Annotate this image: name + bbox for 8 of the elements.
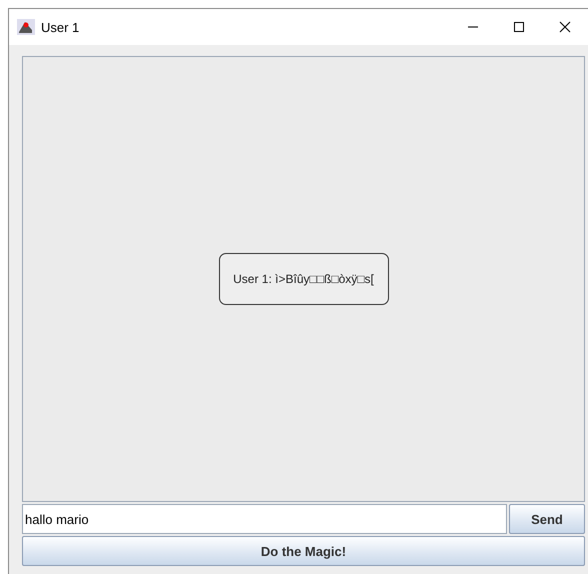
magic-button[interactable]: Do the Magic! — [22, 536, 585, 566]
message-input[interactable]: hallo mario — [22, 504, 507, 534]
chat-message: User 1: ì>Bîûy□□ß□òxÿ□s[ — [218, 253, 388, 305]
app-icon — [17, 19, 35, 35]
maximize-icon — [513, 21, 525, 33]
send-button[interactable]: Send — [509, 504, 585, 534]
window-title: User 1 — [41, 20, 80, 34]
close-icon — [559, 21, 571, 33]
